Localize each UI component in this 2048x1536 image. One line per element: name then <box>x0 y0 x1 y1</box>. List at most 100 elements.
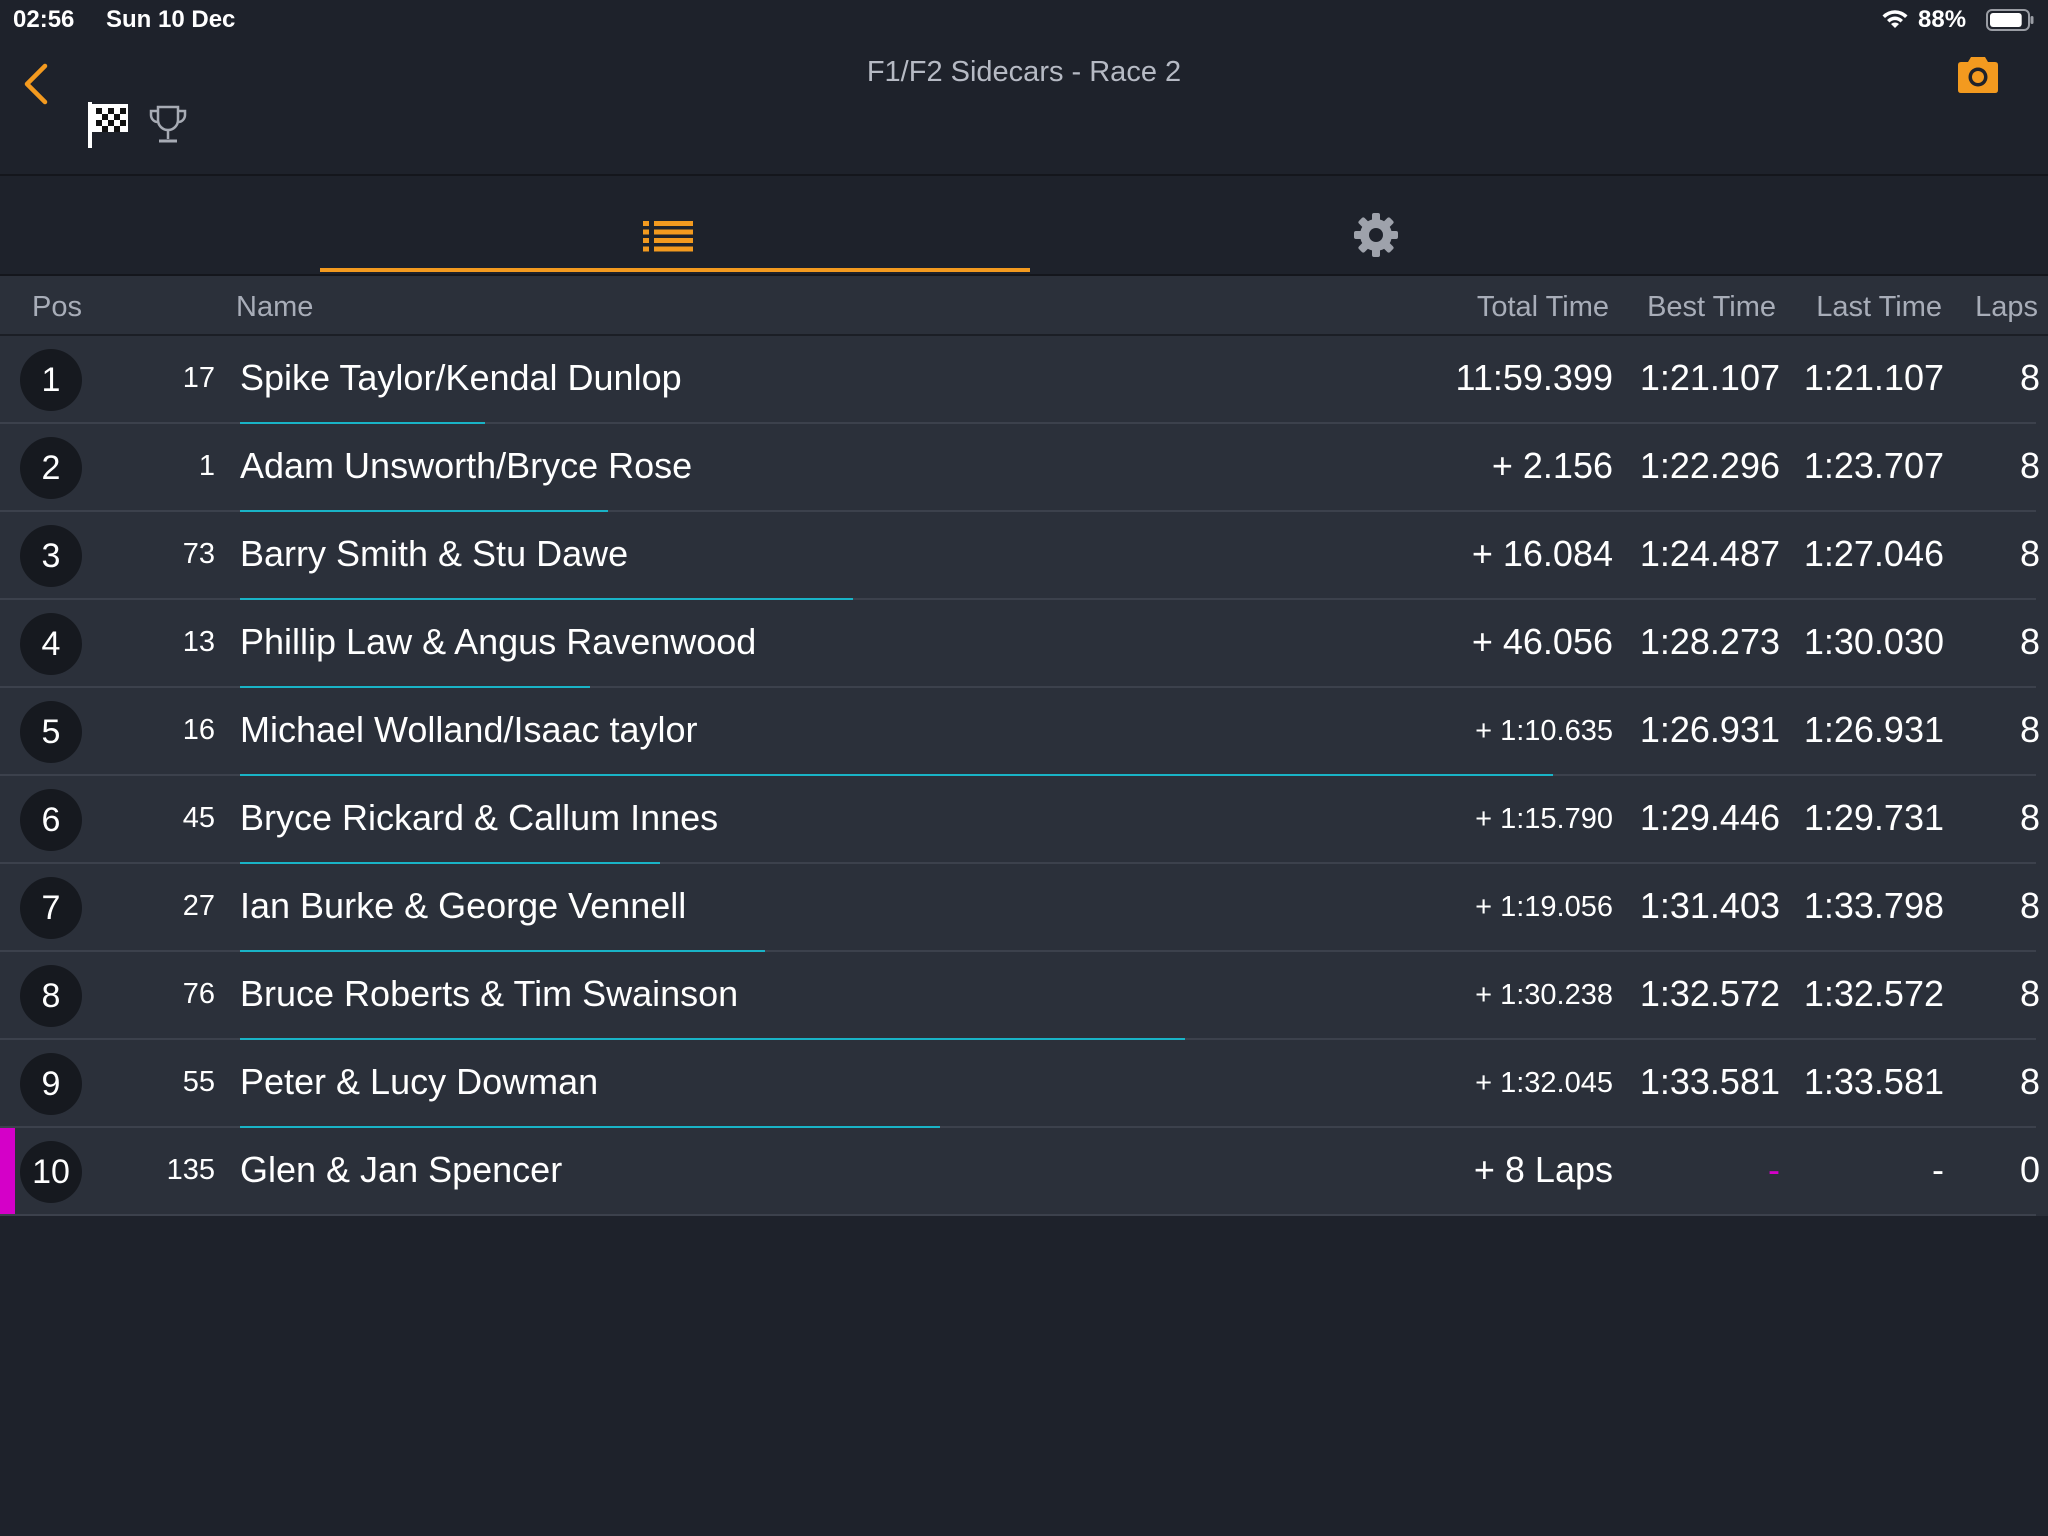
column-header-total-time[interactable]: Total Time <box>1477 291 1609 324</box>
race-number: 13 <box>182 626 215 658</box>
status-time: 02:56 <box>13 6 75 33</box>
position-badge: 9 <box>20 1053 82 1115</box>
last-time: 1:26.931 <box>1803 709 1944 750</box>
status-date: Sun 10 Dec <box>106 6 236 33</box>
position-badge: 10 <box>20 1141 82 1203</box>
rider-name: Phillip Law & Angus Ravenwood <box>240 621 757 662</box>
page-title: F1/F2 Sidecars - Race 2 <box>866 56 1182 88</box>
total-time: 11:59.399 <box>1455 357 1613 398</box>
results-screen: 02:56 Sun 10 Dec 88% F1/F2 Sidecars - Ra… <box>0 0 2048 1536</box>
last-time: 1:32.572 <box>1803 973 1944 1014</box>
position-badge: 6 <box>20 789 82 851</box>
table-row[interactable]: 8 76 Bruce Roberts & Tim Swainson + 1:30… <box>0 952 2048 1040</box>
status-flag-stripe <box>0 1128 15 1216</box>
best-time: 1:33.581 <box>1639 1061 1780 1102</box>
position-badge: 7 <box>20 877 82 939</box>
position-badge: 8 <box>20 965 82 1027</box>
battery-icon <box>1986 9 2034 31</box>
best-time: - <box>1768 1149 1780 1190</box>
race-number: 73 <box>182 538 215 570</box>
race-number: 76 <box>182 978 215 1010</box>
position-badge: 4 <box>20 613 82 675</box>
total-time: + 16.084 <box>1471 533 1613 574</box>
camera-icon[interactable] <box>1955 55 2001 95</box>
active-tab-indicator <box>320 268 1030 272</box>
rider-name: Michael Wolland/Isaac taylor <box>240 709 698 750</box>
column-header-pos[interactable]: Pos <box>32 291 82 324</box>
laps-count: 8 <box>2019 445 2040 486</box>
race-number: 55 <box>182 1066 215 1098</box>
position-badge: 5 <box>20 701 82 763</box>
column-header-name[interactable]: Name <box>236 291 313 324</box>
results-table-header: Pos Name Total Time Best Time Last Time … <box>0 276 2048 336</box>
laps-count: 8 <box>2019 885 2040 926</box>
total-time: + 1:30.238 <box>1475 979 1613 1011</box>
position-badge: 1 <box>20 349 82 411</box>
rider-name: Peter & Lucy Dowman <box>240 1061 599 1102</box>
rider-name: Spike Taylor/Kendal Dunlop <box>240 357 682 398</box>
last-time: 1:33.798 <box>1803 885 1944 926</box>
column-header-last-time[interactable]: Last Time <box>1816 291 1942 324</box>
laps-count: 8 <box>2019 709 2040 750</box>
rider-name: Barry Smith & Stu Dawe <box>240 533 629 574</box>
table-row[interactable]: 4 13 Phillip Law & Angus Ravenwood + 46.… <box>0 600 2048 688</box>
last-time: 1:23.707 <box>1803 445 1944 486</box>
total-time: + 1:10.635 <box>1475 715 1613 747</box>
race-number: 17 <box>182 362 215 394</box>
tab-settings[interactable] <box>1030 176 1740 274</box>
tab-results-list[interactable] <box>320 176 1030 274</box>
table-row[interactable]: 3 73 Barry Smith & Stu Dawe + 16.084 1:2… <box>0 512 2048 600</box>
gear-icon <box>1354 213 1398 257</box>
total-time: + 46.056 <box>1471 621 1613 662</box>
laps-count: 8 <box>2019 357 2040 398</box>
rider-name: Ian Burke & George Vennell <box>240 885 687 926</box>
table-row[interactable]: 1 17 Spike Taylor/Kendal Dunlop 11:59.39… <box>0 336 2048 424</box>
best-time: 1:21.107 <box>1639 357 1780 398</box>
best-time: 1:22.296 <box>1639 445 1780 486</box>
table-row[interactable]: 10 135 Glen & Jan Spencer + 8 Laps - - 0 <box>0 1128 2048 1216</box>
table-row[interactable]: 9 55 Peter & Lucy Dowman + 1:32.045 1:33… <box>0 1040 2048 1128</box>
battery-percentage: 88% <box>1918 6 1967 33</box>
position-badge: 2 <box>20 437 82 499</box>
race-number: 135 <box>166 1154 215 1186</box>
trophy-icon[interactable] <box>148 104 188 148</box>
nav-header: F1/F2 Sidecars - Race 2 <box>0 40 2048 176</box>
list-icon <box>643 221 693 252</box>
status-bar: 02:56 Sun 10 Dec 88% <box>0 0 2048 40</box>
last-time: 1:30.030 <box>1803 621 1944 662</box>
last-time: 1:27.046 <box>1803 533 1944 574</box>
position-badge: 3 <box>20 525 82 587</box>
table-row[interactable]: 2 1 Adam Unsworth/Bryce Rose + 2.156 1:2… <box>0 424 2048 512</box>
last-time: - <box>1932 1149 1944 1190</box>
tab-bar <box>0 176 2048 276</box>
race-number: 16 <box>182 714 215 746</box>
laps-count: 8 <box>2019 1061 2040 1102</box>
laps-count: 0 <box>2019 1149 2040 1190</box>
laps-count: 8 <box>2019 621 2040 662</box>
total-time: + 1:15.790 <box>1475 803 1613 835</box>
race-number: 1 <box>198 450 215 482</box>
race-number: 45 <box>182 802 215 834</box>
rider-name: Glen & Jan Spencer <box>240 1149 563 1190</box>
checkered-flag-icon[interactable] <box>86 100 132 150</box>
wifi-icon <box>1882 10 1908 28</box>
rider-name: Bryce Rickard & Callum Innes <box>240 797 719 838</box>
best-time: 1:31.403 <box>1639 885 1780 926</box>
table-row[interactable]: 7 27 Ian Burke & George Vennell + 1:19.0… <box>0 864 2048 952</box>
last-time: 1:33.581 <box>1803 1061 1944 1102</box>
best-time: 1:24.487 <box>1639 533 1780 574</box>
table-row[interactable]: 5 16 Michael Wolland/Isaac taylor + 1:10… <box>0 688 2048 776</box>
total-time: + 2.156 <box>1491 445 1613 486</box>
laps-count: 8 <box>2019 973 2040 1014</box>
column-header-best-time[interactable]: Best Time <box>1647 291 1776 324</box>
last-time: 1:21.107 <box>1803 357 1944 398</box>
laps-count: 8 <box>2019 797 2040 838</box>
column-header-laps[interactable]: Laps <box>1975 291 2038 324</box>
race-number: 27 <box>182 890 215 922</box>
table-row[interactable]: 6 45 Bryce Rickard & Callum Innes + 1:15… <box>0 776 2048 864</box>
rider-name: Bruce Roberts & Tim Swainson <box>240 973 739 1014</box>
rider-name: Adam Unsworth/Bryce Rose <box>240 445 693 486</box>
laps-count: 8 <box>2019 533 2040 574</box>
total-time: + 1:32.045 <box>1475 1067 1613 1099</box>
best-time: 1:28.273 <box>1639 621 1780 662</box>
